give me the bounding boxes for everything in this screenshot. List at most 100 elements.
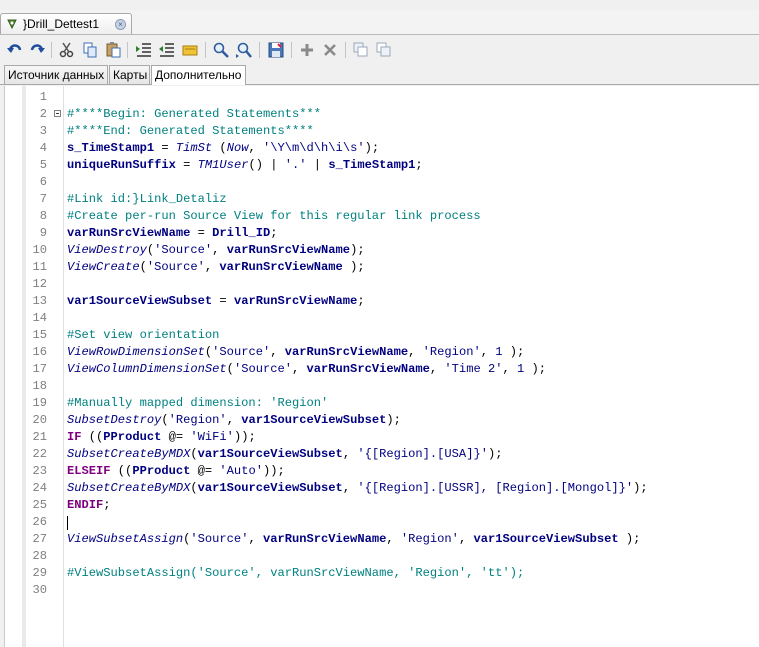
code-token: ViewDestroy: [67, 243, 147, 257]
undo-icon[interactable]: [6, 41, 24, 59]
code-line[interactable]: 14: [5, 310, 759, 327]
code-line[interactable]: 29 #ViewSubsetAssign('Source', varRunSrcV…: [5, 565, 759, 582]
code-editor[interactable]: 1 2 #****Begin: Generated Statements*** 3 #*…: [4, 86, 759, 647]
close-tab-icon[interactable]: ×: [115, 19, 126, 30]
code-line[interactable]: 9 varRunSrcViewName = Drill_ID;: [5, 225, 759, 242]
code-line[interactable]: 7 #Link id:}Link_Detaliz: [5, 191, 759, 208]
code-token: );: [364, 141, 380, 155]
code-text: SubsetDestroy('Region', var1SourceViewSu…: [67, 412, 401, 429]
code-line[interactable]: 17 ViewColumnDimensionSet('Source', varRu…: [5, 361, 759, 378]
line-number: 30: [32, 583, 47, 597]
code-token: PProduct: [132, 464, 191, 478]
code-token: );: [618, 532, 641, 546]
code-token: ViewColumnDimensionSet: [67, 362, 227, 376]
code-line[interactable]: 6: [5, 174, 759, 191]
line-number: 6: [39, 175, 47, 189]
line-number: 12: [32, 277, 47, 291]
find-icon[interactable]: [212, 41, 230, 59]
code-line[interactable]: 24 SubsetCreateByMDX(var1SourceViewSubset…: [5, 480, 759, 497]
editor-toolbar: [0, 38, 759, 62]
code-line[interactable]: 22 SubsetCreateByMDX(var1SourceViewSubset…: [5, 446, 759, 463]
copy-window-icon[interactable]: [352, 41, 370, 59]
line-number: 7: [39, 192, 47, 206]
find-next-icon[interactable]: [235, 41, 253, 59]
code-token: ,: [270, 345, 285, 359]
line-number: 24: [32, 481, 47, 495]
indent-icon[interactable]: [135, 41, 153, 59]
code-line[interactable]: 8 #Create per-run Source View for this re…: [5, 208, 759, 225]
add-icon[interactable]: [298, 41, 316, 59]
fold-toggle-icon[interactable]: [54, 110, 61, 117]
code-token: varRunSrcViewName: [67, 226, 191, 240]
line-number: 14: [32, 311, 47, 325]
code-line[interactable]: 18: [5, 378, 759, 395]
copy-icon[interactable]: [81, 41, 99, 59]
code-line[interactable]: 10 ViewDestroy('Source', varRunSrcViewNam…: [5, 242, 759, 259]
code-token: (: [139, 260, 147, 274]
code-line[interactable]: 27 ViewSubsetAssign('Source', varRunSrcVi…: [5, 531, 759, 548]
tab-data-source[interactable]: Источник данных: [4, 65, 108, 84]
outdent-icon[interactable]: [158, 41, 176, 59]
code-token: ,: [204, 260, 220, 274]
paste-window-icon[interactable]: [375, 41, 393, 59]
code-token: 1: [495, 345, 503, 359]
code-token: =: [212, 294, 234, 308]
line-number: 10: [32, 243, 47, 257]
code-token: 'Source': [146, 260, 205, 274]
code-token: SubsetCreateByMDX: [67, 447, 191, 461]
document-tab[interactable]: }Drill_Dettest1 ×: [0, 13, 132, 34]
code-line[interactable]: 30: [5, 582, 759, 599]
code-token: ,: [408, 345, 423, 359]
code-text: ViewSubsetAssign('Source', varRunSrcView…: [67, 531, 640, 548]
save-icon[interactable]: [267, 41, 285, 59]
code-line[interactable]: 12: [5, 276, 759, 293]
code-token: 'Region': [168, 413, 227, 427]
line-number: 5: [39, 158, 47, 172]
code-token: ,: [292, 362, 307, 376]
code-line[interactable]: 28: [5, 548, 759, 565]
code-token: ,: [386, 532, 401, 546]
tab-maps[interactable]: Карты: [109, 65, 150, 84]
code-line[interactable]: 23 ELSEIF ((PProduct @= 'Auto'));: [5, 463, 759, 480]
tab-advanced[interactable]: Дополнительно: [151, 65, 246, 85]
code-token: ,: [480, 345, 496, 359]
code-token: );: [350, 243, 365, 257]
redo-icon[interactable]: [28, 41, 46, 59]
code-line[interactable]: 4 s_TimeStamp1 = TimSt (Now, '\Y\m\d\h\i\…: [5, 140, 759, 157]
line-number: 25: [32, 498, 47, 512]
code-line[interactable]: 5 uniqueRunSuffix = TM1User() | '.' | s_T…: [5, 157, 759, 174]
code-token: ));: [262, 464, 285, 478]
code-token: SubsetCreateByMDX: [67, 481, 191, 495]
code-line[interactable]: 3 #****End: Generated Statements****: [5, 123, 759, 140]
code-line[interactable]: 15 #Set view orientation: [5, 327, 759, 344]
code-line[interactable]: 26: [5, 514, 759, 531]
code-text: ENDIF;: [67, 497, 111, 514]
code-token: );: [487, 447, 503, 461]
process-subtabs: Источник данных Карты Дополнительно: [0, 64, 759, 85]
delete-icon[interactable]: [321, 41, 339, 59]
code-token: TimSt: [175, 141, 213, 155]
code-token: (: [212, 141, 227, 155]
code-token: PProduct: [103, 430, 162, 444]
cut-icon[interactable]: [58, 41, 76, 59]
code-text: ViewColumnDimensionSet('Source', varRunS…: [67, 361, 546, 378]
code-token: ViewSubsetAssign: [67, 532, 184, 546]
toolbar-separator: [51, 42, 52, 58]
code-token: IF: [67, 430, 82, 444]
code-token: var1SourceViewSubset: [197, 481, 343, 495]
code-line[interactable]: 11 ViewCreate('Source', varRunSrcViewName…: [5, 259, 759, 276]
code-line[interactable]: 21 IF ((PProduct @= 'WiFi'));: [5, 429, 759, 446]
code-line[interactable]: 19 #Manually mapped dimension: 'Region': [5, 395, 759, 412]
code-line[interactable]: 2 #****Begin: Generated Statements***: [5, 106, 759, 123]
code-token: '.': [284, 158, 307, 172]
code-line[interactable]: 16 ViewRowDimensionSet('Source', varRunSr…: [5, 344, 759, 361]
line-number: 17: [32, 362, 47, 376]
paste-icon[interactable]: [104, 41, 122, 59]
line-number: 19: [32, 396, 47, 410]
code-line[interactable]: 1: [5, 89, 759, 106]
code-line[interactable]: 25 ENDIF;: [5, 497, 759, 514]
code-line[interactable]: 20 SubsetDestroy('Region', var1SourceView…: [5, 412, 759, 429]
code-line[interactable]: 13 var1SourceViewSubset = varRunSrcViewNa…: [5, 293, 759, 310]
code-token: varRunSrcViewName: [262, 532, 387, 546]
comment-icon[interactable]: [181, 41, 199, 59]
